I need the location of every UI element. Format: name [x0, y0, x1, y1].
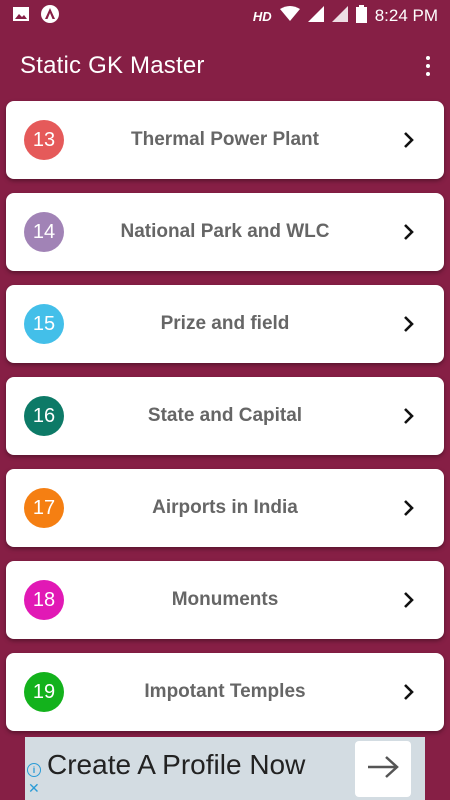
status-bar: HD 8:24 PM [0, 0, 450, 32]
list-item-label: Impotant Temples [144, 681, 306, 702]
list-item-label: State and Capital [147, 405, 303, 426]
number-badge: 19 [24, 672, 64, 712]
list-item[interactable]: 16 State and Capital [6, 377, 444, 455]
network-type-label: HD [252, 8, 272, 24]
list-item[interactable]: 13 Thermal Power Plant [6, 101, 444, 179]
signal-icon-2 [331, 5, 348, 27]
app-title: Static GK Master [20, 52, 205, 79]
list-item-label: Prize and field [160, 313, 290, 334]
list-item-label: Airports in India [152, 497, 298, 518]
list-item[interactable]: 15 Prize and field [6, 285, 444, 363]
wifi-icon [279, 5, 300, 27]
app-notification-icon [40, 4, 60, 29]
number-badge: 18 [24, 580, 64, 620]
chevron-right-icon [400, 407, 418, 425]
chevron-right-icon [400, 131, 418, 149]
chevron-right-icon [400, 591, 418, 609]
gallery-icon [12, 6, 30, 27]
app-bar: Static GK Master [0, 32, 450, 100]
number-badge: 16 [24, 396, 64, 436]
number-badge: 14 [24, 212, 64, 252]
more-vert-icon[interactable] [420, 52, 436, 80]
list-item[interactable]: 17 Airports in India [6, 469, 444, 547]
number-badge: 13 [24, 120, 64, 160]
number-badge: 15 [24, 304, 64, 344]
list-item[interactable]: 18 Monuments [6, 561, 444, 639]
signal-icon [307, 5, 324, 27]
chevron-right-icon [400, 223, 418, 241]
ad-text: Create A Profile Now [47, 749, 306, 780]
chevron-right-icon [400, 499, 418, 517]
topic-list: 13 Thermal Power Plant 14 National Park and… [6, 101, 444, 745]
number-badge: 17 [24, 488, 64, 528]
list-item-label: Thermal Power Plant [131, 129, 319, 150]
ad-banner[interactable]: i ✕ Create A Profile Now [25, 737, 425, 800]
ad-arrow-button[interactable] [355, 741, 411, 797]
list-item-label: Monuments [171, 589, 279, 610]
status-time: 8:24 PM [374, 6, 438, 25]
arrow-right-icon [366, 755, 400, 784]
chevron-right-icon [400, 683, 418, 701]
list-item[interactable]: 19 Impotant Temples [6, 653, 444, 731]
battery-icon [355, 4, 367, 28]
list-item-label: National Park and WLC [120, 221, 330, 242]
chevron-right-icon [400, 315, 418, 333]
close-icon[interactable]: ✕ [28, 781, 40, 795]
info-icon[interactable]: i [27, 763, 41, 777]
list-item[interactable]: 14 National Park and WLC [6, 193, 444, 271]
